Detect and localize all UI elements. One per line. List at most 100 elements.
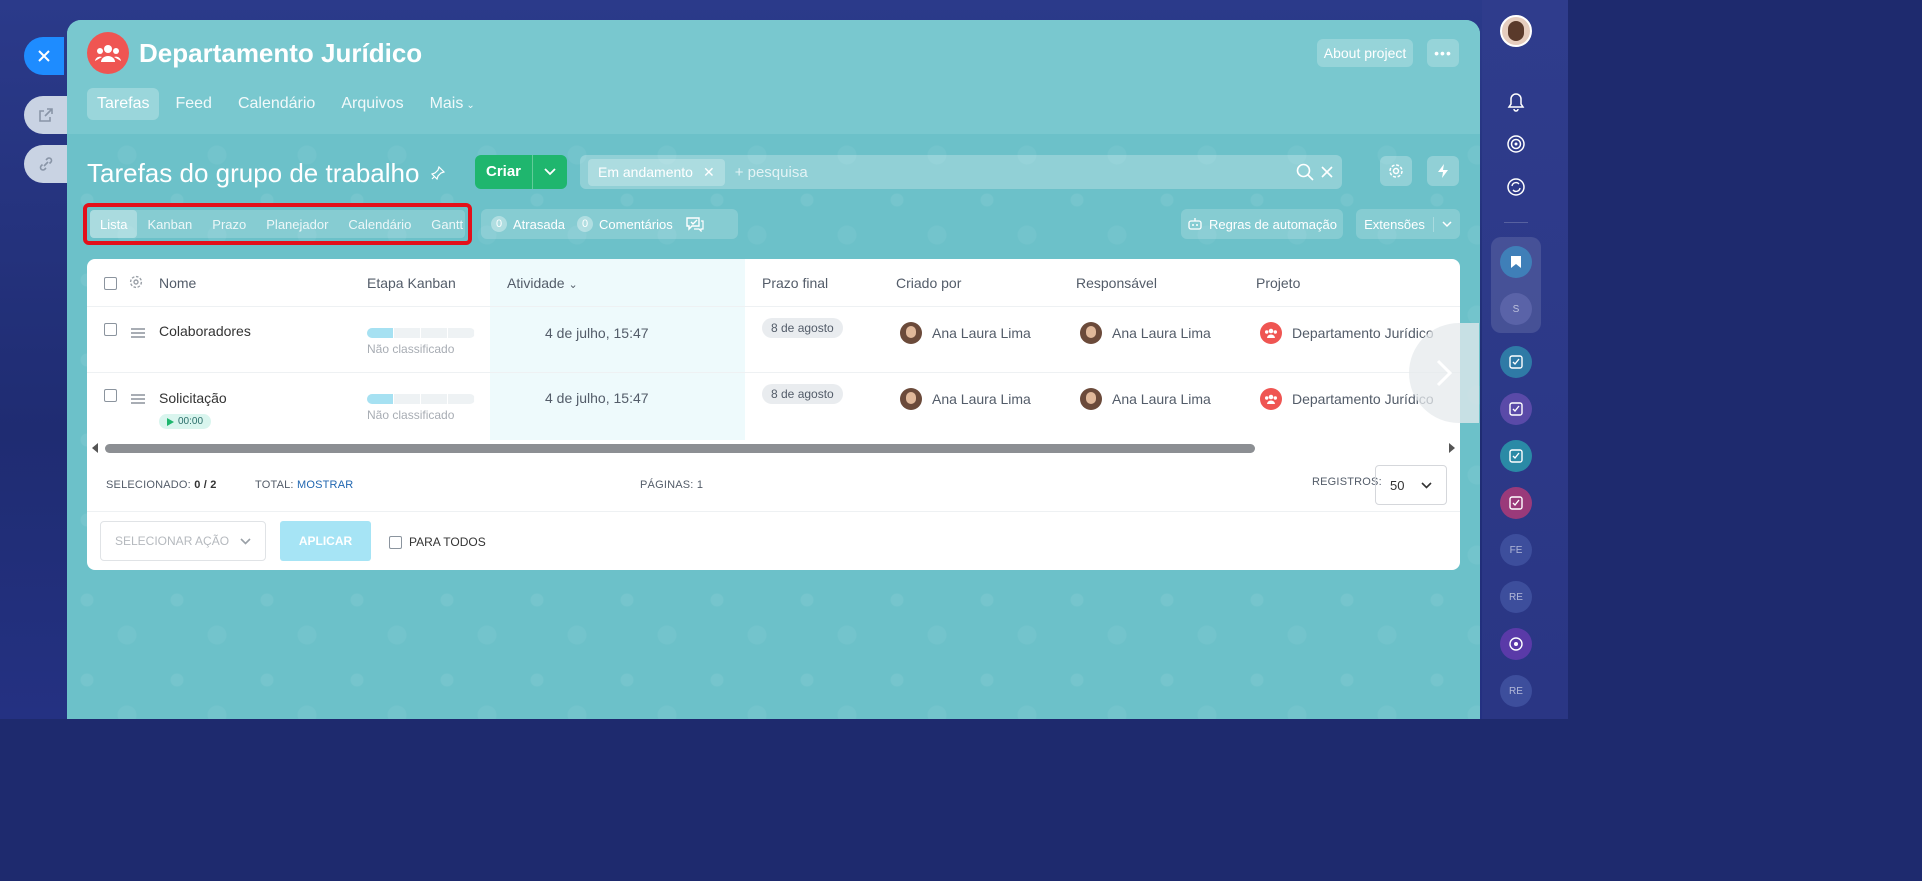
for-all-checkbox[interactable]: [389, 535, 402, 549]
search-input[interactable]: [734, 163, 1296, 181]
task-title[interactable]: Solicitação: [159, 390, 227, 406]
responsible-person[interactable]: Ana Laura Lima: [1080, 322, 1211, 344]
project-link[interactable]: Departamento Jurídico: [1260, 388, 1434, 410]
group-tasks-slider: Departamento Jurídico About project ••• …: [67, 20, 1480, 719]
scroll-right-icon[interactable]: [1449, 443, 1455, 453]
column-responsible[interactable]: Responsável: [1076, 275, 1157, 291]
avatar: [900, 322, 922, 344]
column-activity[interactable]: Atividade ⌄: [507, 275, 578, 291]
scrollbar-thumb[interactable]: [105, 444, 1255, 453]
copy-link-button[interactable]: [24, 145, 68, 183]
tab-calendar[interactable]: Calendário: [338, 210, 421, 238]
row-menu-icon[interactable]: [131, 394, 145, 404]
tab-list[interactable]: Lista: [90, 210, 138, 238]
column-created-by[interactable]: Criado por: [896, 275, 961, 291]
for-all-option[interactable]: PARA TODOS: [389, 535, 486, 549]
bookmark-icon[interactable]: [1500, 246, 1532, 278]
creator[interactable]: Ana Laura Lima: [900, 322, 1031, 344]
task-checklist-icon[interactable]: [1500, 440, 1532, 472]
scroll-left-icon[interactable]: [92, 443, 98, 453]
clear-search-icon[interactable]: [1320, 165, 1334, 179]
sidebar-user-re[interactable]: RE: [1500, 581, 1532, 613]
horizontal-scrollbar[interactable]: [87, 440, 1460, 456]
column-deadline[interactable]: Prazo final: [762, 275, 828, 291]
quick-actions-button[interactable]: [1427, 156, 1459, 186]
column-name[interactable]: Nome: [159, 275, 196, 291]
table-row[interactable]: Solicitação 00:00 Não classificado 4 de …: [87, 373, 1460, 439]
project-link[interactable]: Departamento Jurídico: [1260, 322, 1434, 344]
current-user-avatar[interactable]: [1500, 15, 1532, 47]
automation-rules-button[interactable]: Regras de automação: [1181, 209, 1343, 239]
search-icon[interactable]: [1296, 163, 1314, 181]
remove-filter-icon[interactable]: ✕: [703, 164, 715, 181]
notifications-bell-icon[interactable]: [1500, 86, 1532, 118]
sidebar-user-fe[interactable]: FE: [1500, 534, 1532, 566]
target-icon[interactable]: [1500, 128, 1532, 160]
task-checklist-icon[interactable]: [1500, 487, 1532, 519]
nav-feed[interactable]: Feed: [165, 88, 221, 120]
select-all-checkbox[interactable]: [104, 277, 117, 290]
row-checkbox[interactable]: [104, 389, 117, 402]
responsible-person[interactable]: Ana Laura Lima: [1080, 388, 1211, 410]
row-menu-icon[interactable]: [131, 328, 145, 338]
for-all-label: PARA TODOS: [409, 535, 486, 549]
lightning-icon: [1438, 164, 1448, 178]
tab-deadline[interactable]: Prazo: [202, 210, 256, 238]
task-checklist-icon[interactable]: [1500, 393, 1532, 425]
close-slider-button[interactable]: [24, 37, 64, 75]
open-in-new-window-button[interactable]: [24, 96, 68, 134]
pages-label: PÁGINAS:: [640, 479, 694, 491]
overdue-counter[interactable]: 0 Atrasada: [491, 216, 565, 232]
about-project-button[interactable]: About project: [1317, 39, 1413, 67]
creator[interactable]: Ana Laura Lima: [900, 388, 1031, 410]
chevron-down-icon[interactable]: [1434, 220, 1460, 228]
pages-value: 1: [696, 479, 704, 491]
extensions-button[interactable]: Extensões: [1356, 209, 1460, 239]
nav-calendar[interactable]: Calendário: [228, 88, 325, 120]
create-dropdown[interactable]: [533, 168, 567, 176]
filter-chip[interactable]: Em andamento ✕: [588, 158, 725, 186]
timer-value: 00:00: [178, 416, 204, 427]
sidebar-divider: [1504, 222, 1528, 223]
tab-kanban[interactable]: Kanban: [137, 210, 202, 238]
group-users-icon: [1260, 322, 1282, 344]
time-tracker[interactable]: 00:00: [159, 414, 212, 429]
column-activity-label: Atividade: [507, 275, 565, 291]
column-project[interactable]: Projeto: [1256, 275, 1300, 291]
task-title[interactable]: Colaboradores: [159, 323, 251, 339]
table-row[interactable]: Colaboradores Não classificado 4 de julh…: [87, 307, 1460, 373]
task-checklist-icon[interactable]: [1500, 346, 1532, 378]
deadline-badge[interactable]: 8 de agosto: [762, 384, 843, 404]
comments-counter[interactable]: 0 Comentários: [577, 216, 673, 232]
chevron-down-icon: ⌄: [466, 100, 475, 111]
nav-more[interactable]: Mais ⌄: [420, 88, 485, 120]
sidebar-user-re-2[interactable]: RE: [1500, 675, 1532, 707]
group-avatar[interactable]: [87, 32, 129, 74]
row-checkbox[interactable]: [104, 323, 117, 336]
column-kanban-stage[interactable]: Etapa Kanban: [367, 275, 456, 291]
tab-gantt[interactable]: Gantt: [421, 210, 473, 238]
tab-planner[interactable]: Planejador: [256, 210, 338, 238]
nav-tasks[interactable]: Tarefas: [87, 88, 160, 120]
deadline-badge[interactable]: 8 de agosto: [762, 318, 843, 338]
nav-files[interactable]: Arquivos: [331, 88, 413, 120]
create-task-button[interactable]: Criar: [475, 155, 567, 189]
more-options-button[interactable]: •••: [1427, 39, 1459, 67]
gear-icon[interactable]: [129, 275, 143, 289]
kanban-stage-bar[interactable]: [367, 394, 475, 404]
settings-button[interactable]: [1380, 156, 1412, 186]
select-action-dropdown[interactable]: SELECIONAR AÇÃO: [100, 521, 266, 561]
group-title[interactable]: Departamento Jurídico: [139, 38, 422, 69]
link-icon: [39, 157, 53, 171]
sync-icon[interactable]: [1500, 171, 1532, 203]
apply-button[interactable]: APLICAR: [280, 521, 371, 561]
filter-search-box[interactable]: Em andamento ✕: [580, 155, 1342, 189]
group-navigation: Tarefas Feed Calendário Arquivos Mais ⌄: [87, 88, 485, 120]
sidebar-user-s[interactable]: S: [1500, 293, 1532, 325]
read-all-comments-icon[interactable]: [685, 216, 705, 232]
show-total-link[interactable]: MOSTRAR: [297, 479, 353, 491]
pin-icon[interactable]: [431, 166, 445, 180]
kanban-stage-bar[interactable]: [367, 328, 475, 338]
records-per-page-select[interactable]: 50: [1375, 465, 1447, 505]
chat-icon[interactable]: [1500, 628, 1532, 660]
